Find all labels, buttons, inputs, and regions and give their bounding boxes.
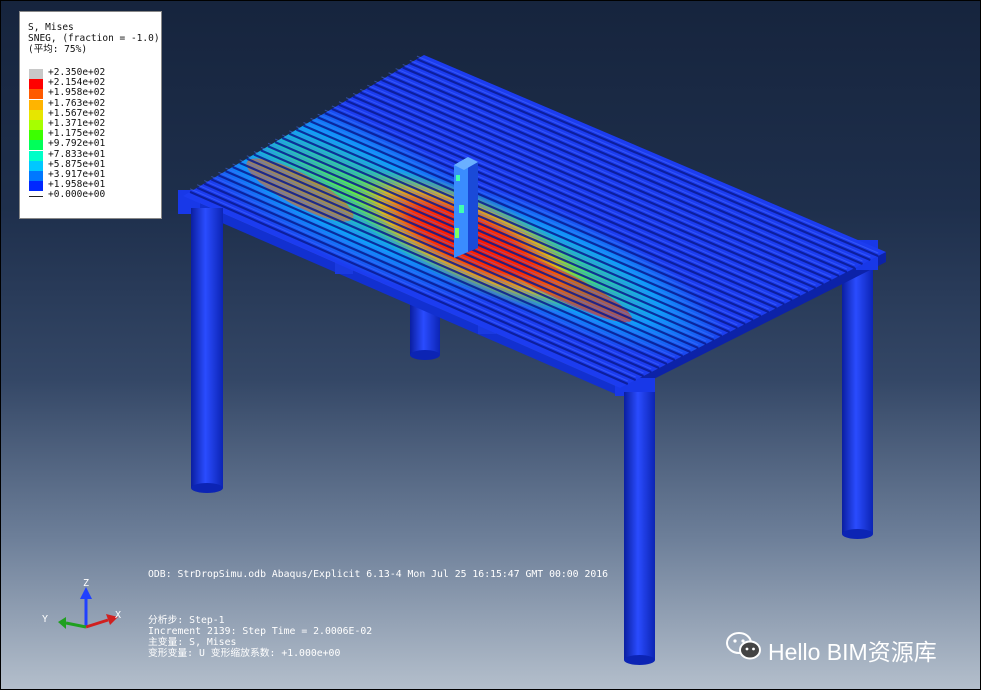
coordinate-triad: Z X Y <box>42 578 121 629</box>
deformed-variable-line: 变形变量: U 变形缩放系数: +1.000e+00 <box>148 648 341 659</box>
wechat-icon <box>726 632 761 660</box>
triad-z-label: Z <box>83 578 89 589</box>
primary-variable-line: 主变量: S, Mises <box>148 637 237 648</box>
triad-y-label: Y <box>42 614 48 625</box>
increment-line: Increment 2139: Step Time = 2.0006E-02 <box>148 626 373 637</box>
step-line: 分析步: Step-1 <box>148 615 225 626</box>
legend-swatch <box>29 196 43 198</box>
contour-legend: S, Mises SNEG, (fraction = -1.0) (平均: 75… <box>19 11 162 219</box>
dropped-post <box>454 157 478 258</box>
column-front-left <box>191 208 223 493</box>
odb-info-line: ODB: StrDropSimu.odb Abaqus/Explicit 6.1… <box>148 569 609 580</box>
column-front-right <box>624 392 655 665</box>
legend-subtitle: SNEG, (fraction = -1.0) <box>28 33 160 44</box>
viewport[interactable]: S, Mises SNEG, (fraction = -1.0) (平均: 75… <box>0 0 981 690</box>
triad-x-label: X <box>115 610 121 621</box>
legend-row: +0.000e+00 <box>29 189 159 201</box>
legend-value: +0.000e+00 <box>48 189 106 201</box>
legend-title: S, Mises <box>28 22 74 33</box>
watermark-text: Hello BIM资源库 <box>768 639 937 665</box>
watermark: Hello BIM资源库 <box>726 628 976 665</box>
legend-average: (平均: 75%) <box>28 44 88 55</box>
column-back-right <box>842 262 873 539</box>
